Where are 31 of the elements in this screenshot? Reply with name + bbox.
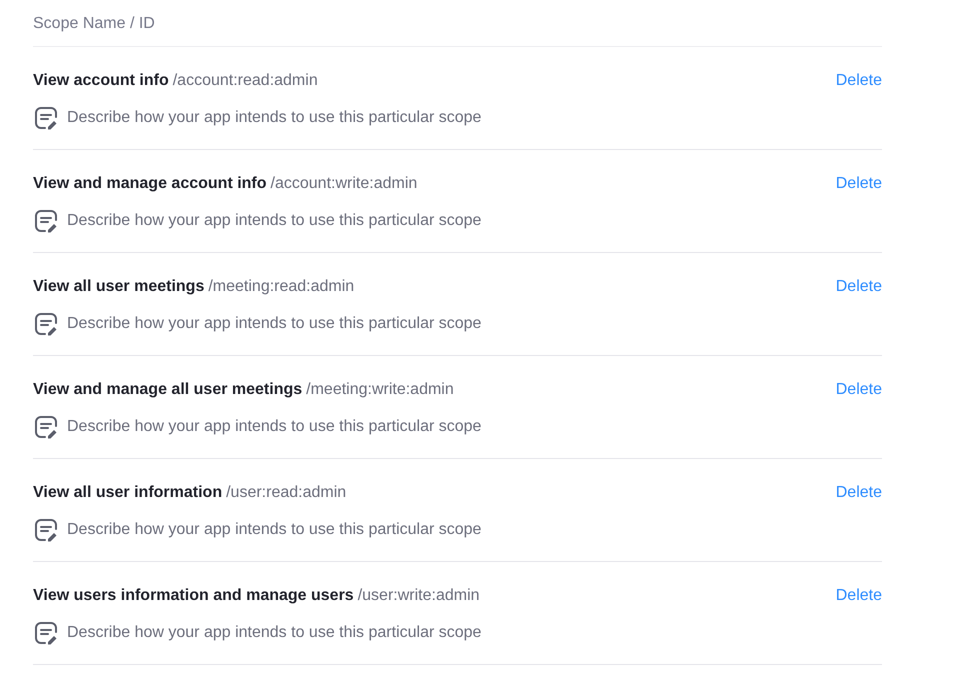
column-header: Scope Name / ID — [33, 15, 155, 32]
scope-id: /meeting:write:admin — [306, 380, 454, 400]
description-prompt[interactable]: Describe how your app intends to use this particular scope — [67, 518, 482, 542]
description-prompt[interactable]: Describe how your app intends to use this particular scope — [67, 415, 482, 439]
description-prompt[interactable]: Describe how your app intends to use this particular scope — [67, 106, 482, 130]
note-edit-icon — [33, 105, 59, 131]
scope-name: View and manage account info — [33, 174, 267, 194]
scope-name: View and manage all user meetings — [33, 380, 302, 400]
note-edit-icon — [33, 414, 59, 440]
delete-link[interactable]: Delete — [836, 378, 882, 402]
delete-link[interactable]: Delete — [836, 172, 882, 196]
delete-link[interactable]: Delete — [836, 69, 882, 93]
scope-name: View all user information — [33, 483, 222, 503]
note-edit-icon — [33, 620, 59, 646]
scope-id: /account:read:admin — [172, 71, 318, 91]
scope-name: View users information and manage users — [33, 586, 354, 606]
scope-id: /user:read:admin — [226, 483, 346, 503]
scope-id: /user:write:admin — [358, 586, 480, 606]
note-edit-icon — [33, 517, 59, 543]
delete-link[interactable]: Delete — [836, 481, 882, 505]
delete-link[interactable]: Delete — [836, 584, 882, 608]
delete-link[interactable]: Delete — [836, 275, 882, 299]
note-edit-icon — [33, 208, 59, 234]
description-prompt[interactable]: Describe how your app intends to use this particular scope — [67, 209, 482, 233]
description-prompt[interactable]: Describe how your app intends to use this particular scope — [67, 312, 482, 336]
scope-name: View all user meetings — [33, 277, 204, 297]
description-prompt[interactable]: Describe how your app intends to use this particular scope — [67, 621, 482, 645]
scope-id: /meeting:read:admin — [208, 277, 354, 297]
scope-name: View account info — [33, 71, 169, 91]
scope-id: /account:write:admin — [270, 174, 418, 194]
note-edit-icon — [33, 311, 59, 337]
